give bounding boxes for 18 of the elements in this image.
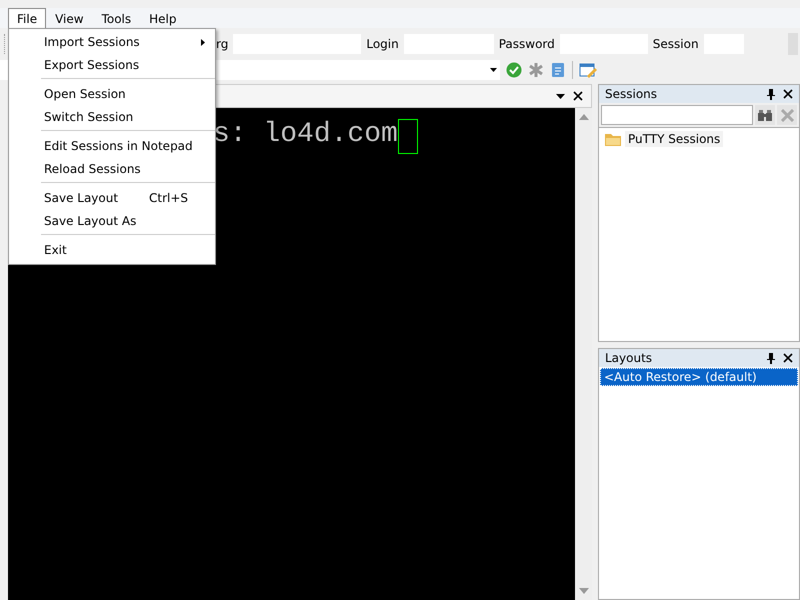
field-label: Session <box>652 37 700 51</box>
panel-title: Sessions <box>605 87 658 101</box>
menu-item[interactable]: Exit <box>9 239 215 262</box>
panel-title: Layouts <box>605 351 654 365</box>
menu-item[interactable]: Edit Sessions in Notepad <box>9 135 215 158</box>
terminal-text: s: lo4d.com <box>213 118 398 152</box>
menu-item[interactable]: File <box>8 8 46 28</box>
field-label: Login <box>365 37 400 51</box>
menu-item[interactable]: Save Layout Ctrl+S <box>9 187 215 210</box>
list-item[interactable]: <Auto Restore> (default) <box>600 368 798 386</box>
menu-item[interactable]: View <box>46 8 93 28</box>
tree-item[interactable]: PuTTY Sessions <box>625 131 724 147</box>
menu-item[interactable]: Import Sessions <box>9 31 215 54</box>
menu-item[interactable]: Tools <box>92 8 140 28</box>
shortcut-text: Ctrl+S <box>149 191 188 206</box>
menu-item[interactable]: Help <box>140 8 186 28</box>
field-label: Password <box>498 37 556 51</box>
field-label: rg <box>215 37 230 51</box>
